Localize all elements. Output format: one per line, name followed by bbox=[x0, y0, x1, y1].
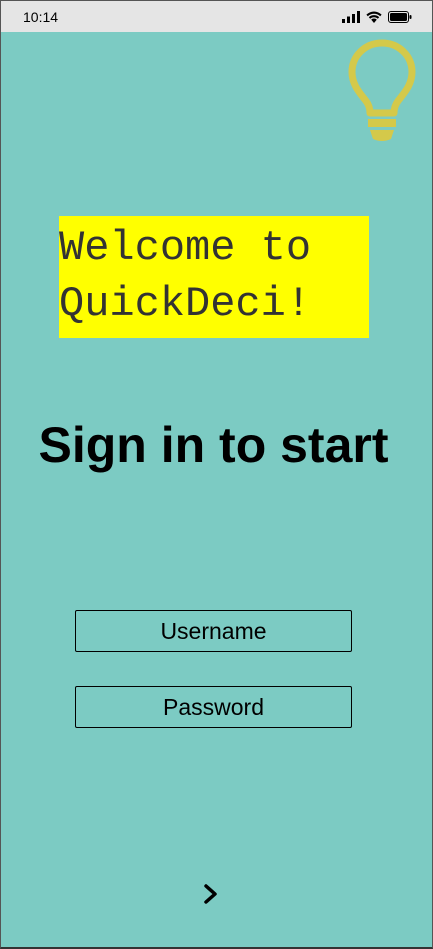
password-label: Password bbox=[163, 693, 264, 720]
signal-icon bbox=[342, 10, 360, 23]
welcome-banner: Welcome to QuickDeci! bbox=[59, 216, 369, 338]
status-icons bbox=[342, 10, 412, 23]
lightbulb-icon bbox=[348, 39, 416, 141]
page-title: Sign in to start bbox=[38, 417, 389, 473]
username-field[interactable]: Username bbox=[75, 610, 352, 652]
status-time: 10:14 bbox=[23, 8, 59, 25]
wifi-icon bbox=[366, 11, 382, 23]
app-screen: 10:14 Welcome to QuickDeci! Sign in to s… bbox=[0, 0, 433, 949]
next-button[interactable] bbox=[198, 879, 224, 909]
status-bar: 10:14 bbox=[1, 1, 432, 32]
battery-icon bbox=[388, 10, 412, 23]
username-label: Username bbox=[160, 617, 267, 644]
password-field[interactable]: Password bbox=[75, 686, 352, 728]
chevron-right-icon bbox=[204, 884, 217, 904]
